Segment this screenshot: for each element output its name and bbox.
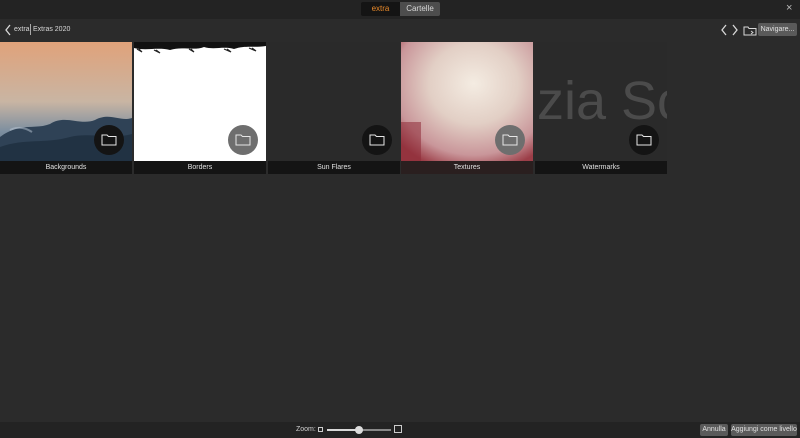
next-chevron-icon[interactable] [731, 24, 739, 36]
folder-icon [101, 134, 117, 146]
folder-tile-sun-flares[interactable]: Sun Flares [268, 42, 400, 174]
zoom-slider-handle[interactable] [355, 426, 363, 434]
navigate-button[interactable]: Navigare... [758, 23, 797, 36]
folder-badge [629, 125, 659, 155]
watermark-preview-text: zia Sc [537, 71, 667, 131]
folder-navigate-icon[interactable] [743, 25, 757, 36]
back-chevron-icon[interactable] [4, 24, 12, 36]
folder-tile-watermarks[interactable]: zia Sc Watermarks [535, 42, 667, 174]
folder-name: Sun Flares [268, 161, 400, 174]
add-as-layer-button[interactable]: Aggiungi come livello [731, 424, 797, 436]
folder-icon [369, 134, 385, 146]
top-bar: extra Cartelle × [0, 0, 800, 19]
breadcrumb-extra[interactable]: extra [14, 26, 30, 34]
folder-name: Watermarks [535, 161, 667, 174]
previous-chevron-icon[interactable] [720, 24, 728, 36]
folder-icon [502, 134, 518, 146]
source-segmented-control: extra Cartelle [361, 2, 440, 16]
folder-name: Borders [134, 161, 266, 174]
folder-badge [228, 125, 258, 155]
folder-icon [235, 134, 251, 146]
close-icon[interactable]: × [786, 2, 792, 14]
zoom-label: Zoom: [296, 426, 316, 433]
navigation-bar: extra Extras 2020 Navigare... [0, 19, 800, 41]
bottom-bar: Zoom: Annulla Aggiungi come livello [0, 422, 800, 438]
folder-name: Backgrounds [0, 161, 132, 174]
folder-name: Textures [401, 161, 533, 174]
folder-badge [495, 125, 525, 155]
breadcrumb-extras-2020: Extras 2020 [33, 26, 71, 33]
folder-tile-borders[interactable]: Borders [134, 42, 266, 174]
folder-badge [362, 125, 392, 155]
zoom-out-icon[interactable] [318, 427, 323, 432]
zoom-in-icon[interactable] [394, 425, 402, 433]
folder-tile-backgrounds[interactable]: Backgrounds [0, 42, 132, 174]
folder-badge [94, 125, 124, 155]
folder-tile-textures[interactable]: Textures [401, 42, 533, 174]
folder-icon [636, 134, 652, 146]
segment-extra[interactable]: extra [361, 2, 400, 16]
segment-cartelle[interactable]: Cartelle [400, 2, 440, 16]
breadcrumb-separator [30, 24, 31, 35]
cancel-button[interactable]: Annulla [700, 424, 728, 436]
